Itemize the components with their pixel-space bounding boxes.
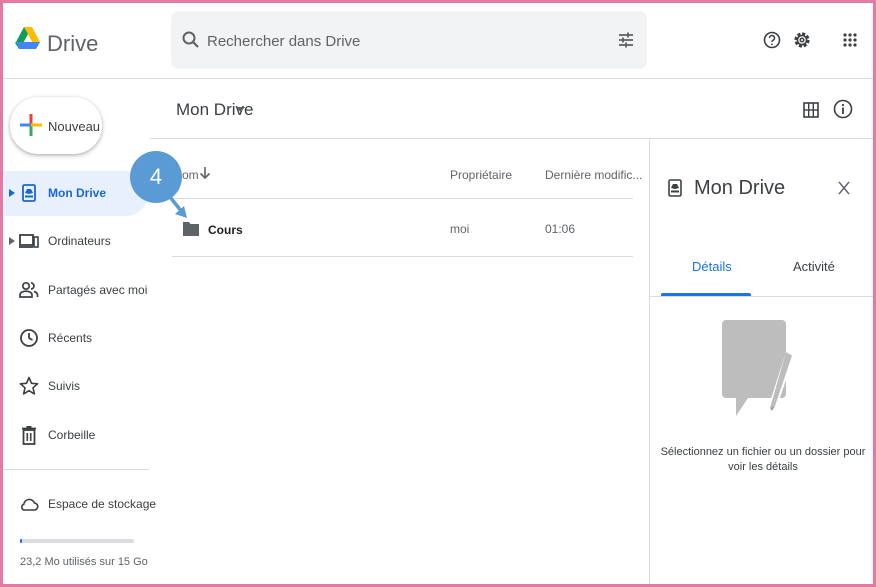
tab-activity[interactable]: Activité <box>793 259 835 274</box>
search-icon[interactable] <box>181 30 201 50</box>
clock-icon <box>20 329 38 347</box>
trash-icon <box>22 426 36 445</box>
chevron-down-icon[interactable] <box>236 107 245 113</box>
sidebar-item-corbeille[interactable]: Corbeille <box>3 413 148 458</box>
info-icon[interactable] <box>833 99 853 119</box>
storage-usage-fill <box>20 539 22 543</box>
close-icon[interactable] <box>837 181 851 195</box>
computer-icon <box>19 234 39 248</box>
empty-state-text: Sélectionnez un fichier ou un dossier po… <box>660 446 866 473</box>
search-options-icon[interactable] <box>617 31 635 49</box>
storage-usage-bar <box>20 539 134 543</box>
details-panel: Mon Drive Détails Activité Sélectionnez … <box>649 139 874 584</box>
storage-usage-text: 23,2 Mo utilisés sur 15 Go <box>20 556 148 568</box>
new-button-label: Nouveau <box>48 119 101 134</box>
sidebar-item-label: Mon Drive <box>48 186 107 200</box>
drive-icon <box>668 179 682 197</box>
apps-grid-icon[interactable] <box>842 32 858 48</box>
sidebar-divider <box>3 469 149 470</box>
app-title: Drive <box>47 31 99 56</box>
sidebar-item-mon-drive[interactable]: Mon Drive <box>3 171 148 216</box>
expand-caret-icon[interactable] <box>9 189 15 197</box>
sidebar-item-label: Corbeille <box>48 428 96 442</box>
plus-icon <box>20 114 42 136</box>
grid-view-icon[interactable] <box>803 102 819 118</box>
search-input[interactable] <box>207 29 607 53</box>
sidebar-item-label: Récents <box>48 331 93 345</box>
search-bar[interactable] <box>171 11 647 69</box>
sidebar-item-label: Suivis <box>48 379 81 393</box>
people-icon <box>19 281 39 298</box>
details-panel-title: Mon Drive <box>694 177 786 199</box>
expand-caret-icon[interactable] <box>9 237 15 245</box>
sort-arrow-down-icon[interactable] <box>199 166 211 180</box>
sidebar-item-label: Partagés avec moi <box>48 283 148 297</box>
drive-icon <box>22 184 36 202</box>
sidebar-item-storage[interactable]: Espace de stockage <box>3 482 156 527</box>
pointer-arrow-icon <box>168 195 187 218</box>
column-header-modified[interactable]: Dernière modific... <box>545 168 642 182</box>
tab-details[interactable]: Détails <box>692 259 732 274</box>
column-header-owner[interactable]: Propriétaire <box>450 168 512 182</box>
list-divider <box>172 198 633 199</box>
row-owner: moi <box>450 222 470 236</box>
gear-icon[interactable] <box>792 30 812 50</box>
row-modified: 01:06 <box>545 222 576 236</box>
sidebar-item-suivis[interactable]: Suivis <box>3 364 148 409</box>
help-icon[interactable] <box>763 31 781 49</box>
row-name[interactable]: Cours <box>208 223 243 237</box>
cloud-icon <box>21 498 39 511</box>
tabs-divider <box>650 296 874 297</box>
sidebar-item-label: Espace de stockage <box>48 497 157 511</box>
list-divider <box>172 256 633 257</box>
folder-icon <box>183 222 199 236</box>
top-bar: Drive <box>3 3 873 79</box>
sidebar-item-recents[interactable]: Récents <box>3 316 148 361</box>
empty-state-illustration-icon <box>722 320 794 416</box>
sidebar-item-ordinateurs[interactable]: Ordinateurs <box>3 219 148 264</box>
new-button[interactable]: Nouveau <box>10 97 102 154</box>
sidebar-item-partages[interactable]: Partagés avec moi <box>3 268 148 313</box>
star-icon <box>19 376 39 395</box>
drive-logo-icon[interactable] <box>15 23 41 63</box>
column-header-name[interactable]: om <box>182 168 199 182</box>
sidebar-item-label: Ordinateurs <box>48 234 111 248</box>
